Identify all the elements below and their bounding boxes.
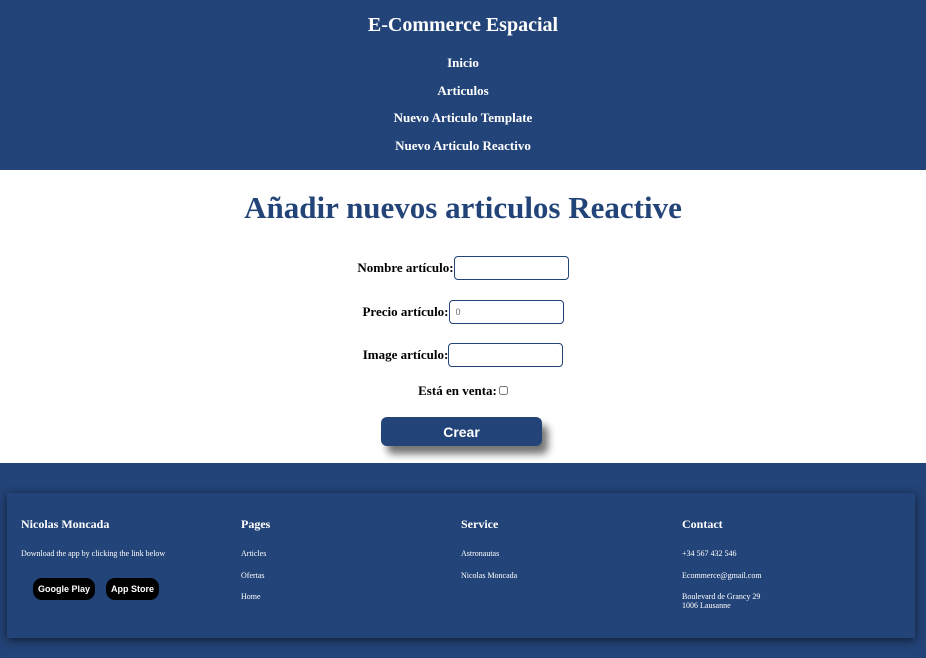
footer-card: Nicolas Moncada Download the app by clic… <box>7 493 915 638</box>
sale-label: Está en venta: <box>418 383 497 398</box>
footer-contact-title: Contact <box>682 517 723 531</box>
footer-link-astronautas[interactable]: Astronautas <box>461 549 499 558</box>
footer-pages-title: Pages <box>241 517 271 531</box>
footer-link-ofertas[interactable]: Ofertas <box>241 571 265 580</box>
name-input[interactable] <box>453 256 569 280</box>
footer-brand-title: Nicolas Moncada <box>21 517 110 531</box>
footer-link-articles[interactable]: Articles <box>241 549 266 558</box>
image-row: Image artículo: <box>0 343 926 367</box>
contact-address-line2: 1006 Lausanne <box>682 601 731 610</box>
footer-service-title: Service <box>461 517 499 531</box>
nav-link-nuevo-articulo-reactivo[interactable]: Nuevo Articulo Reactivo <box>0 137 926 155</box>
site-footer: Nicolas Moncada Download the app by clic… <box>0 463 926 658</box>
image-label: Image artículo: <box>362 347 449 362</box>
nav-link-nuevo-articulo-template[interactable]: Nuevo Articulo Template <box>0 109 926 127</box>
price-label: Precio artículo: <box>362 304 449 319</box>
sale-checkbox[interactable] <box>498 385 508 395</box>
site-title: E-Commerce Espacial <box>367 14 559 36</box>
contact-email[interactable]: Ecommerce@gmail.com <box>682 571 762 580</box>
name-row: Nombre artículo: <box>0 256 926 280</box>
app-store-button[interactable]: App Store <box>106 578 159 600</box>
google-play-button[interactable]: Google Play <box>33 578 95 600</box>
site-header: E-Commerce Espacial Inicio Articulos Nue… <box>0 0 926 170</box>
name-label: Nombre artículo: <box>357 260 454 275</box>
create-button[interactable]: Crear <box>381 417 542 446</box>
footer-link-home[interactable]: Home <box>241 592 261 601</box>
page-title: Añadir nuevos articulos Reactive <box>244 190 682 225</box>
sale-row: Está en venta: <box>0 383 926 399</box>
contact-address-line1: Boulevard de Grancy 29 <box>682 592 761 601</box>
price-row: Precio artículo: <box>0 300 926 324</box>
footer-link-nicolas-moncada[interactable]: Nicolas Moncada <box>461 571 517 580</box>
price-input[interactable] <box>448 300 564 324</box>
nav-link-inicio[interactable]: Inicio <box>0 54 926 72</box>
footer-brand-text: Download the app by clicking the link be… <box>21 549 166 558</box>
nav-link-articulos[interactable]: Articulos <box>0 82 926 100</box>
image-input[interactable] <box>448 343 564 367</box>
contact-phone: +34 567 432 546 <box>682 549 737 558</box>
